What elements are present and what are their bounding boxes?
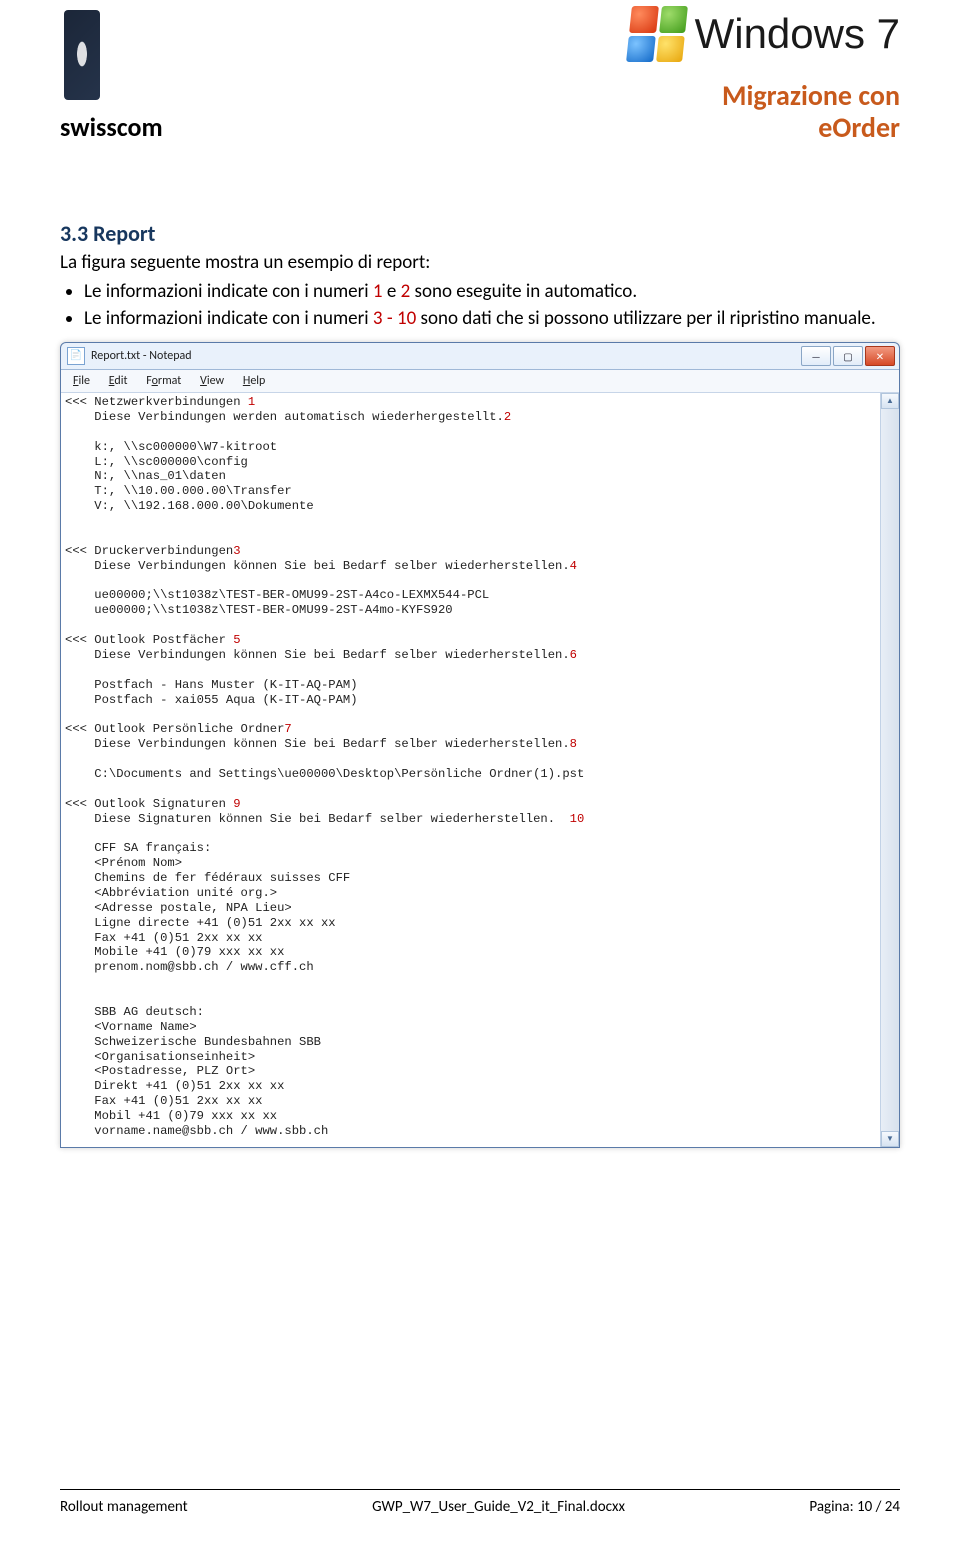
window-minimize-button[interactable]: — [801, 346, 831, 366]
notepad-menubar: File Edit Format View Help [61, 370, 899, 393]
bullet-manual: Le informazioni indicate con i numeri 3 … [84, 307, 900, 330]
footer-right: Pagina: 10 / 24 [809, 1498, 900, 1516]
menu-file[interactable]: File [65, 372, 98, 390]
doc-title-line1: Migrazione con [722, 80, 900, 112]
menu-help[interactable]: Help [235, 372, 274, 390]
doc-title: Migrazione con eOrder [722, 80, 900, 144]
scroll-down-icon[interactable]: ▼ [881, 1131, 899, 1147]
swisscom-mark-icon [64, 10, 100, 100]
footer-left: Rollout management [60, 1498, 188, 1516]
swisscom-wordmark: swisscom [60, 111, 240, 143]
section-body: 3.3 Report La figura seguente mostra un … [60, 220, 900, 1148]
scroll-up-icon[interactable]: ▲ [881, 393, 899, 409]
notepad-text-area[interactable]: <<< Netzwerkverbindungen 1 Diese Verbind… [61, 393, 880, 1147]
windows7-logo: Windows 7 [629, 6, 900, 62]
page-footer: Rollout management GWP_W7_User_Guide_V2_… [60, 1498, 900, 1516]
bullet-auto: Le informazioni indicate con i numeri 1 … [84, 280, 900, 303]
windows7-wordmark: Windows 7 [695, 10, 900, 58]
footer-center: GWP_W7_User_Guide_V2_it_Final.docxx [372, 1498, 625, 1516]
menu-view[interactable]: View [192, 372, 232, 390]
menu-format[interactable]: Format [138, 372, 189, 390]
notepad-window: 📄 Report.txt - Notepad — ▢ ✕ File Edit F… [60, 342, 900, 1148]
section-intro: La figura seguente mostra un esempio di … [60, 251, 900, 274]
notepad-title: Report.txt - Notepad [91, 349, 801, 363]
page-header: swisscom Windows 7 Migrazione con eOrder [60, 0, 900, 160]
notepad-scrollbar[interactable]: ▲ ▼ [880, 393, 899, 1147]
doc-title-line2: eOrder [722, 112, 900, 144]
notepad-titlebar[interactable]: 📄 Report.txt - Notepad — ▢ ✕ [61, 343, 899, 370]
footer-separator [60, 1489, 900, 1490]
menu-edit[interactable]: Edit [101, 372, 136, 390]
notepad-app-icon: 📄 [67, 347, 85, 365]
window-maximize-button[interactable]: ▢ [833, 346, 863, 366]
swisscom-logo: swisscom [60, 10, 240, 143]
window-close-button[interactable]: ✕ [865, 346, 895, 366]
windows-flag-icon [626, 6, 688, 62]
section-heading: 3.3 Report [60, 220, 900, 247]
